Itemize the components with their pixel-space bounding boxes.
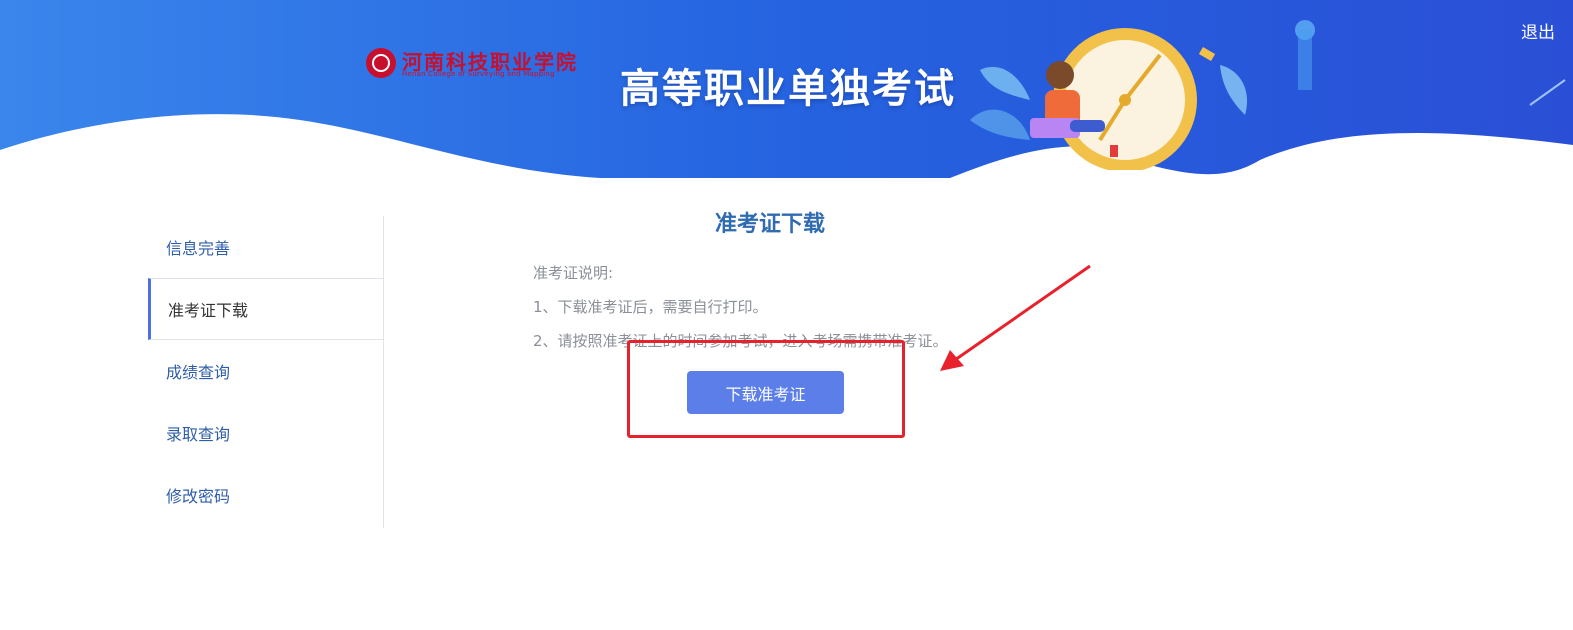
header-banner: 河南科技职业学院 Henan College of Surveying and … bbox=[0, 0, 1573, 180]
page-title: 高等职业单独考试 bbox=[620, 66, 956, 112]
logout-button[interactable]: 退出 bbox=[1521, 18, 1555, 43]
description-line-1: 1、下载准考证后，需要自行打印。 bbox=[533, 298, 768, 316]
sidebar-item-scores[interactable]: 成绩查询 bbox=[148, 340, 382, 402]
annotation-arrow-icon bbox=[940, 264, 1091, 371]
clock-illustration bbox=[970, 28, 1248, 170]
sidebar-item-password[interactable]: 修改密码 bbox=[148, 464, 382, 526]
description-heading: 准考证说明: bbox=[533, 264, 614, 282]
page: 河南科技职业学院 Henan College of Surveying and … bbox=[0, 0, 1573, 630]
sidebar: 信息完善 准考证下载 成绩查询 录取查询 修改密码 bbox=[148, 216, 384, 528]
school-logo: 河南科技职业学院 Henan College of Surveying and … bbox=[366, 46, 576, 82]
school-emblem-icon bbox=[366, 48, 396, 78]
annotation-highlight-box bbox=[627, 340, 905, 438]
sidebar-item-info[interactable]: 信息完善 bbox=[148, 216, 382, 278]
section-title: 准考证下载 bbox=[714, 212, 825, 237]
sidebar-item-admission-ticket[interactable]: 准考证下载 bbox=[148, 278, 383, 340]
school-name-en: Henan College of Surveying and Mapping bbox=[402, 70, 555, 78]
sidebar-item-admission[interactable]: 录取查询 bbox=[148, 402, 382, 464]
